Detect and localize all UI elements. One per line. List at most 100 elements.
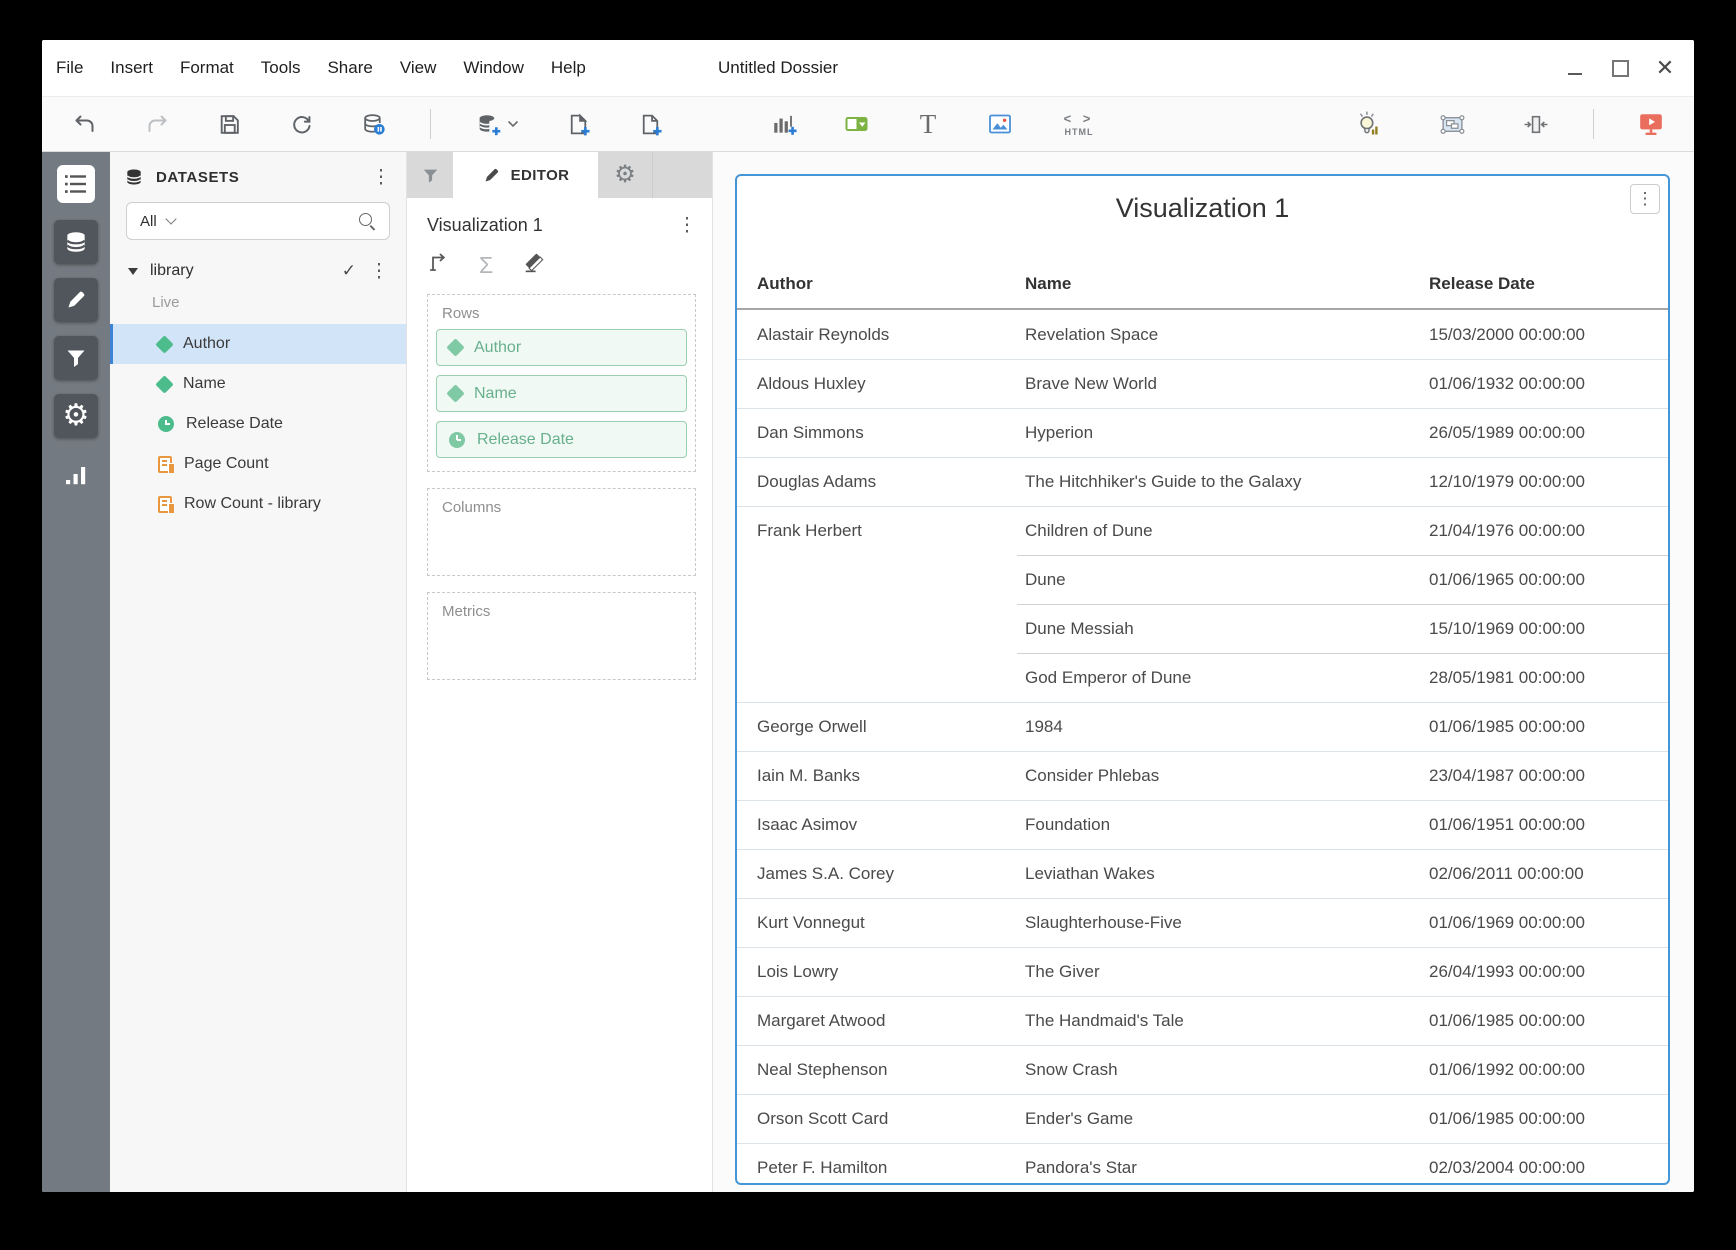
insights-icon[interactable] bbox=[1353, 108, 1383, 140]
rows-drop-zone[interactable]: Rows Author Name bbox=[427, 294, 696, 472]
tab-filter[interactable] bbox=[407, 152, 453, 198]
table-row[interactable]: Aldous Huxley Brave New World 01/06/1932… bbox=[737, 359, 1668, 408]
tab-editor[interactable]: EDITOR bbox=[453, 152, 598, 198]
editor-kebab-icon[interactable]: ⋮ bbox=[676, 216, 698, 235]
date-cell[interactable]: 15/03/2000 00:00:00 bbox=[1429, 325, 1668, 345]
table-row[interactable]: Frank Herbert Children of Dune 21/04/197… bbox=[737, 506, 1668, 555]
name-cell[interactable]: Pandora's Star bbox=[1025, 1158, 1429, 1178]
add-image-icon[interactable] bbox=[985, 108, 1015, 140]
name-cell[interactable]: Dune bbox=[1025, 570, 1429, 590]
author-cell[interactable]: James S.A. Corey bbox=[757, 864, 1025, 884]
author-cell[interactable]: Kurt Vonnegut bbox=[757, 913, 1025, 933]
name-cell[interactable]: Brave New World bbox=[1025, 374, 1429, 394]
author-cell[interactable]: Lois Lowry bbox=[757, 962, 1025, 982]
columns-drop-zone[interactable]: Columns bbox=[427, 488, 696, 576]
dataset-attribute-row[interactable]: Author bbox=[110, 324, 406, 364]
eraser-icon[interactable] bbox=[521, 250, 546, 280]
undo-icon[interactable] bbox=[70, 108, 100, 140]
author-cell[interactable]: Margaret Atwood bbox=[757, 1011, 1025, 1031]
date-cell[interactable]: 02/03/2004 00:00:00 bbox=[1429, 1158, 1668, 1178]
author-cell[interactable]: Douglas Adams bbox=[757, 472, 1025, 492]
name-cell[interactable]: Leviathan Wakes bbox=[1025, 864, 1429, 884]
pause-all-datasets-icon[interactable] bbox=[358, 108, 388, 140]
date-cell[interactable]: 01/06/1985 00:00:00 bbox=[1429, 1011, 1668, 1031]
name-cell[interactable]: God Emperor of Dune bbox=[1025, 668, 1429, 688]
table-row[interactable]: God Emperor of Dune 28/05/1981 00:00:00 bbox=[737, 653, 1668, 702]
add-selector-icon[interactable] bbox=[841, 108, 871, 140]
date-cell[interactable]: 01/06/1985 00:00:00 bbox=[1429, 717, 1668, 737]
date-cell[interactable]: 23/04/1987 00:00:00 bbox=[1429, 766, 1668, 786]
totals-sigma-icon[interactable]: Σ bbox=[479, 254, 493, 277]
dataset-attribute-row[interactable]: Release Date bbox=[110, 404, 406, 444]
metrics-drop-zone[interactable]: Metrics bbox=[427, 592, 696, 680]
fit-to-window-icon[interactable] bbox=[1521, 108, 1551, 140]
date-cell[interactable]: 26/05/1989 00:00:00 bbox=[1429, 423, 1668, 443]
name-cell[interactable]: Slaughterhouse-Five bbox=[1025, 913, 1429, 933]
table-row[interactable]: Dune Messiah 15/10/1969 00:00:00 bbox=[737, 604, 1668, 653]
date-cell[interactable]: 01/06/1951 00:00:00 bbox=[1429, 815, 1668, 835]
filter-icon[interactable] bbox=[54, 336, 98, 380]
table-row[interactable]: George Orwell 1984 01/06/1985 00:00:00 bbox=[737, 702, 1668, 751]
add-visualization-icon[interactable] bbox=[769, 108, 799, 140]
date-cell[interactable]: 01/06/1932 00:00:00 bbox=[1429, 374, 1668, 394]
name-cell[interactable]: 1984 bbox=[1025, 717, 1429, 737]
swap-axes-icon[interactable] bbox=[427, 251, 451, 280]
date-cell[interactable]: 26/04/1993 00:00:00 bbox=[1429, 962, 1668, 982]
author-cell[interactable]: Peter F. Hamilton bbox=[757, 1158, 1025, 1178]
name-cell[interactable]: Foundation bbox=[1025, 815, 1429, 835]
table-row[interactable]: Peter F. Hamilton Pandora's Star 02/03/2… bbox=[737, 1143, 1668, 1185]
date-cell[interactable]: 28/05/1981 00:00:00 bbox=[1429, 668, 1668, 688]
add-text-icon[interactable]: T bbox=[913, 108, 943, 140]
close-button[interactable]: ✕ bbox=[1656, 59, 1674, 77]
attribute-chip[interactable]: Release Date bbox=[436, 421, 687, 458]
dataset-attribute-row[interactable]: Name bbox=[110, 364, 406, 404]
table-row[interactable]: Isaac Asimov Foundation 01/06/1951 00:00… bbox=[737, 800, 1668, 849]
dataset-search-box[interactable]: All bbox=[126, 202, 390, 240]
dataset-attribute-row[interactable]: Page Count bbox=[110, 444, 406, 484]
name-cell[interactable]: Snow Crash bbox=[1025, 1060, 1429, 1080]
present-icon[interactable] bbox=[1636, 108, 1666, 140]
author-cell[interactable]: Alastair Reynolds bbox=[757, 325, 1025, 345]
name-cell[interactable]: The Handmaid's Tale bbox=[1025, 1011, 1429, 1031]
author-cell[interactable]: Isaac Asimov bbox=[757, 815, 1025, 835]
author-cell[interactable]: Aldous Huxley bbox=[757, 374, 1025, 394]
name-cell[interactable]: The Hitchhiker's Guide to the Galaxy bbox=[1025, 472, 1429, 492]
datasets-icon[interactable] bbox=[54, 220, 98, 264]
author-cell[interactable]: Frank Herbert bbox=[757, 521, 1025, 541]
dataset-row-library[interactable]: library ✓ ⋮ bbox=[110, 254, 406, 288]
column-header-name[interactable]: Name bbox=[1025, 274, 1429, 308]
settings-gear-icon[interactable]: ⚙ bbox=[54, 394, 98, 438]
menu-item[interactable]: Window bbox=[463, 58, 523, 78]
visualization-kebab-icon[interactable]: ⋮ bbox=[1630, 184, 1660, 214]
name-cell[interactable]: Ender's Game bbox=[1025, 1109, 1429, 1129]
table-row[interactable]: Margaret Atwood The Handmaid's Tale 01/0… bbox=[737, 996, 1668, 1045]
free-form-layout-icon[interactable] bbox=[1437, 108, 1467, 140]
date-cell[interactable]: 01/06/1965 00:00:00 bbox=[1429, 570, 1668, 590]
chevron-down-icon[interactable] bbox=[165, 213, 176, 224]
search-icon[interactable] bbox=[358, 212, 376, 230]
name-cell[interactable]: Dune Messiah bbox=[1025, 619, 1429, 639]
menu-item[interactable]: File bbox=[56, 58, 83, 78]
table-row[interactable]: Iain M. Banks Consider Phlebas 23/04/198… bbox=[737, 751, 1668, 800]
new-chapter-icon[interactable] bbox=[563, 108, 593, 140]
maximize-button[interactable] bbox=[1611, 59, 1629, 77]
table-row[interactable]: Kurt Vonnegut Slaughterhouse-Five 01/06/… bbox=[737, 898, 1668, 947]
table-row[interactable]: Dan Simmons Hyperion 26/05/1989 00:00:00 bbox=[737, 408, 1668, 457]
name-cell[interactable]: Hyperion bbox=[1025, 423, 1429, 443]
author-cell[interactable]: Neal Stephenson bbox=[757, 1060, 1025, 1080]
menu-item[interactable]: Help bbox=[551, 58, 586, 78]
date-cell[interactable]: 01/06/1992 00:00:00 bbox=[1429, 1060, 1668, 1080]
date-cell[interactable]: 15/10/1969 00:00:00 bbox=[1429, 619, 1668, 639]
new-page-icon[interactable] bbox=[635, 108, 665, 140]
table-row[interactable]: Alastair Reynolds Revelation Space 15/03… bbox=[737, 310, 1668, 359]
menu-item[interactable]: Share bbox=[327, 58, 372, 78]
attribute-chip[interactable]: Name bbox=[436, 375, 687, 412]
date-cell[interactable]: 12/10/1979 00:00:00 bbox=[1429, 472, 1668, 492]
date-cell[interactable]: 01/06/1969 00:00:00 bbox=[1429, 913, 1668, 933]
save-icon[interactable] bbox=[214, 108, 244, 140]
edit-pencil-icon[interactable] bbox=[54, 278, 98, 322]
menu-item[interactable]: Tools bbox=[261, 58, 301, 78]
table-row[interactable]: Dune 01/06/1965 00:00:00 bbox=[737, 555, 1668, 604]
menu-item[interactable]: Insert bbox=[110, 58, 153, 78]
visualization-container[interactable]: ⋮ Visualization 1 Author Name Release Da… bbox=[735, 174, 1670, 1185]
